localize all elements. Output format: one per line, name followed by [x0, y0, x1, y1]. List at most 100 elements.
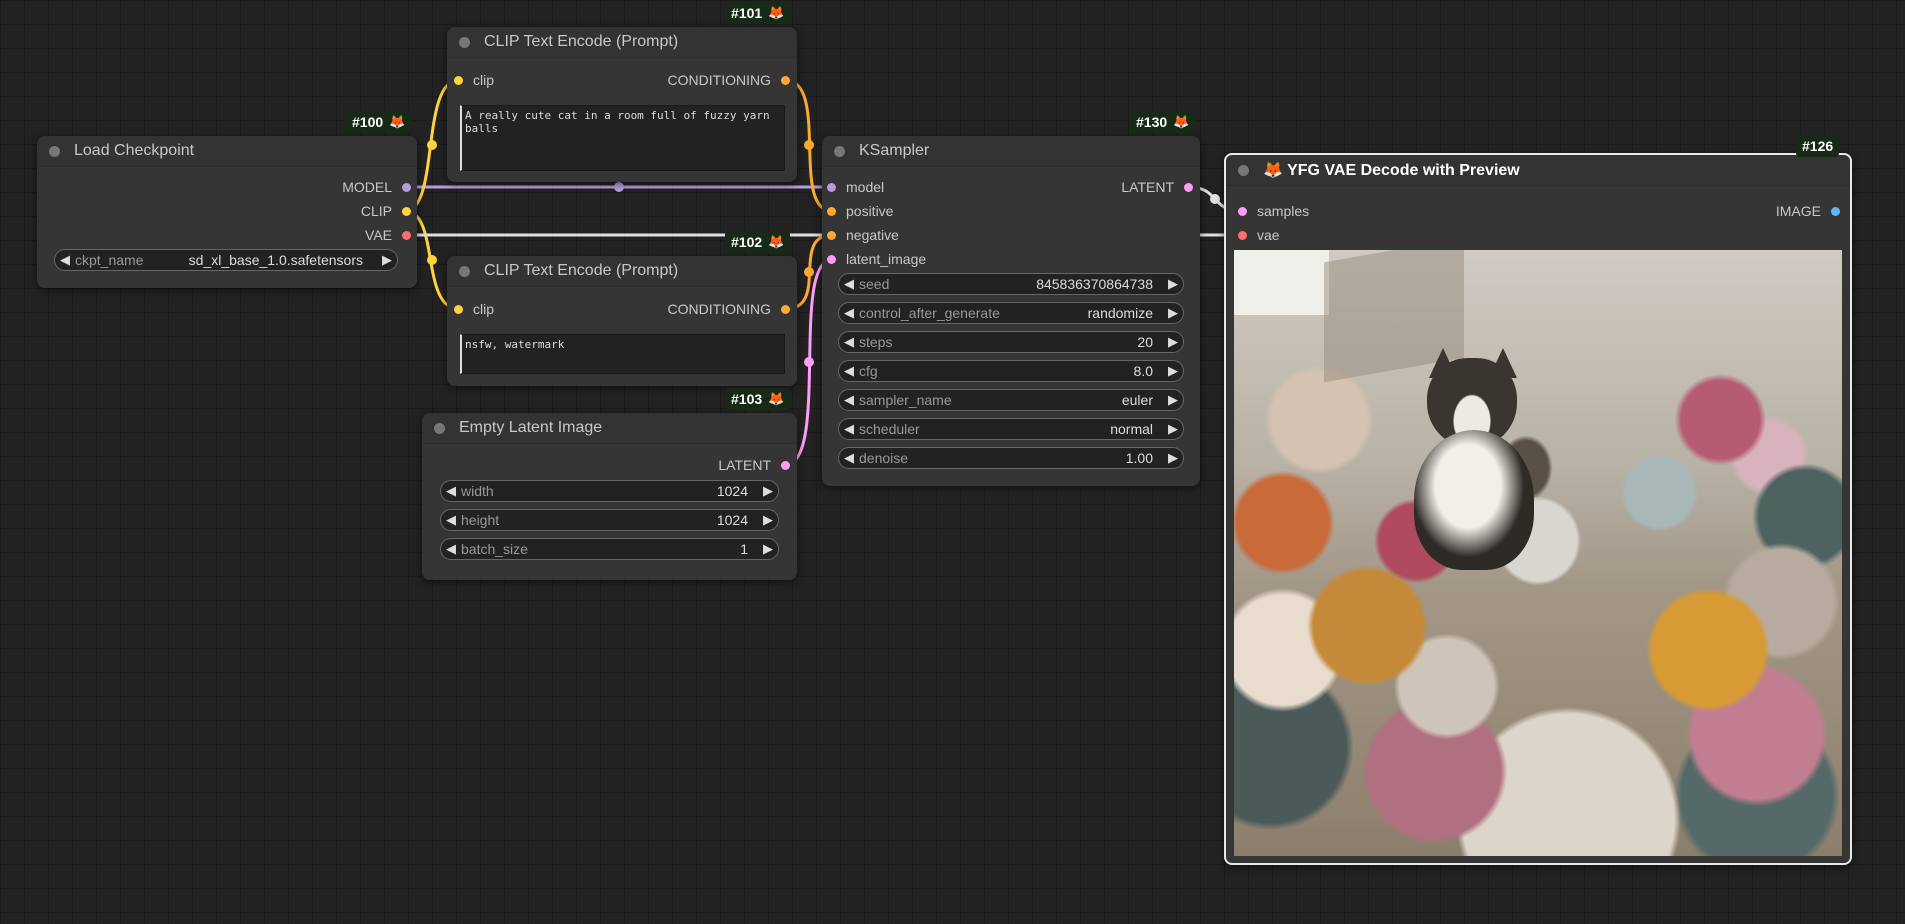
node-title-bar[interactable]: 🦊 YFG VAE Decode with Preview	[1226, 155, 1850, 186]
increment-arrow-icon[interactable]: ▶	[1163, 363, 1183, 379]
widget-label: height	[461, 512, 500, 528]
increment-arrow-icon[interactable]: ▶	[758, 512, 778, 528]
widget-cfg[interactable]: ◀ cfg 8.0 ▶	[838, 360, 1184, 382]
input-pin-samples[interactable]	[1238, 206, 1247, 216]
widget-ckpt-name[interactable]: ◀ ckpt_name sd_xl_base_1.0.safetensors ▶	[54, 249, 398, 271]
collapse-dot-icon[interactable]	[49, 145, 60, 157]
input-vae[interactable]: vae	[1238, 226, 1280, 244]
node-id-badge-empty-latent: #103 🦊	[725, 388, 791, 410]
node-ksampler[interactable]: KSampler model positive negative latent_…	[822, 136, 1200, 486]
input-pin-positive[interactable]	[827, 206, 836, 216]
output-pin-latent[interactable]	[781, 460, 790, 470]
output-vae[interactable]: VAE	[365, 226, 411, 244]
widget-denoise[interactable]: ◀ denoise 1.00 ▶	[838, 447, 1184, 469]
increment-arrow-icon[interactable]: ▶	[1163, 392, 1183, 408]
collapse-dot-icon[interactable]	[434, 422, 445, 434]
output-pin-conditioning[interactable]	[781, 304, 790, 314]
output-model[interactable]: MODEL	[342, 178, 411, 196]
input-pin-model[interactable]	[827, 182, 836, 192]
widget-steps[interactable]: ◀ steps 20 ▶	[838, 331, 1184, 353]
node-id-badge-ksampler: #130 🦊	[1130, 111, 1196, 133]
widget-label: width	[461, 483, 494, 499]
output-pin-conditioning[interactable]	[781, 75, 790, 85]
widget-sampler-name[interactable]: ◀ sampler_name euler ▶	[838, 389, 1184, 411]
node-load-checkpoint[interactable]: Load Checkpoint MODEL CLIP VAE ◀ ckpt_na…	[37, 136, 417, 288]
widget-seed[interactable]: ◀ seed 845836370864738 ▶	[838, 273, 1184, 295]
input-clip[interactable]: clip	[454, 300, 494, 318]
decrement-arrow-icon[interactable]: ◀	[55, 252, 75, 268]
output-pin-image[interactable]	[1831, 206, 1840, 216]
increment-arrow-icon[interactable]: ▶	[758, 483, 778, 499]
increment-arrow-icon[interactable]: ▶	[1163, 450, 1183, 466]
input-pin-vae[interactable]	[1238, 230, 1247, 240]
collapse-dot-icon[interactable]	[459, 36, 470, 48]
widget-scheduler[interactable]: ◀ scheduler normal ▶	[838, 418, 1184, 440]
input-pin-clip[interactable]	[454, 75, 463, 85]
increment-arrow-icon[interactable]: ▶	[1163, 334, 1183, 350]
decrement-arrow-icon[interactable]: ◀	[441, 512, 461, 528]
output-pin-clip[interactable]	[402, 206, 411, 216]
decrement-arrow-icon[interactable]: ◀	[839, 450, 859, 466]
input-label: samples	[1257, 203, 1310, 219]
output-conditioning[interactable]: CONDITIONING	[668, 300, 790, 318]
prompt-textarea[interactable]: nsfw, watermark	[460, 334, 785, 374]
widget-width[interactable]: ◀ width 1024 ▶	[440, 480, 779, 502]
node-id: #100	[352, 114, 384, 130]
node-title-bar[interactable]: KSampler	[822, 136, 1200, 167]
output-pin-model[interactable]	[402, 182, 411, 192]
output-clip[interactable]: CLIP	[361, 202, 411, 220]
node-title-bar[interactable]: Empty Latent Image	[422, 413, 797, 444]
decrement-arrow-icon[interactable]: ◀	[839, 363, 859, 379]
output-pin-latent[interactable]	[1184, 182, 1193, 192]
decrement-arrow-icon[interactable]: ◀	[441, 541, 461, 557]
increment-arrow-icon[interactable]: ▶	[1163, 276, 1183, 292]
input-pin-clip[interactable]	[454, 304, 463, 314]
node-empty-latent-image[interactable]: Empty Latent Image LATENT ◀ width 1024 ▶…	[422, 413, 797, 580]
node-clip-text-encode-positive[interactable]: CLIP Text Encode (Prompt) clip CONDITION…	[447, 27, 797, 182]
output-pin-vae[interactable]	[402, 230, 411, 240]
node-clip-text-encode-negative[interactable]: CLIP Text Encode (Prompt) clip CONDITION…	[447, 256, 797, 386]
decrement-arrow-icon[interactable]: ◀	[839, 421, 859, 437]
node-id-badge-clip-negative: #102 🦊	[725, 231, 791, 253]
decrement-arrow-icon[interactable]: ◀	[839, 334, 859, 350]
input-clip[interactable]: clip	[454, 71, 494, 89]
increment-arrow-icon[interactable]: ▶	[758, 541, 778, 557]
increment-arrow-icon[interactable]: ▶	[1163, 421, 1183, 437]
node-yfg-vae-decode-with-preview[interactable]: 🦊 YFG VAE Decode with Preview samples va…	[1224, 153, 1852, 865]
widget-control-after-generate[interactable]: ◀ control_after_generate randomize ▶	[838, 302, 1184, 324]
increment-arrow-icon[interactable]: ▶	[377, 252, 397, 268]
widget-batch-size[interactable]: ◀ batch_size 1 ▶	[440, 538, 779, 560]
input-model[interactable]: model	[827, 178, 884, 196]
decrement-arrow-icon[interactable]: ◀	[839, 305, 859, 321]
input-positive[interactable]: positive	[827, 202, 893, 220]
widget-value: sd_xl_base_1.0.safetensors	[188, 252, 363, 268]
prompt-textarea[interactable]: A really cute cat in a room full of fuzz…	[460, 105, 785, 171]
preview-cat-body	[1414, 430, 1534, 570]
node-title: KSampler	[859, 142, 930, 159]
decrement-arrow-icon[interactable]: ◀	[441, 483, 461, 499]
increment-arrow-icon[interactable]: ▶	[1163, 305, 1183, 321]
input-pin-latent-image[interactable]	[827, 254, 836, 264]
node-title-bar[interactable]: Load Checkpoint	[37, 136, 417, 167]
input-pin-negative[interactable]	[827, 230, 836, 240]
node-id: #103	[731, 391, 763, 407]
decrement-arrow-icon[interactable]: ◀	[839, 392, 859, 408]
output-image[interactable]: IMAGE	[1776, 202, 1840, 220]
input-latent-image[interactable]: latent_image	[827, 250, 926, 268]
input-samples[interactable]: samples	[1238, 202, 1309, 220]
input-label: clip	[473, 72, 495, 88]
decrement-arrow-icon[interactable]: ◀	[839, 276, 859, 292]
output-label: LATENT	[1121, 179, 1174, 195]
collapse-dot-icon[interactable]	[834, 145, 845, 157]
fox-icon: 🦊	[768, 5, 785, 20]
widget-value: 1.00	[1125, 450, 1153, 466]
input-negative[interactable]: negative	[827, 226, 899, 244]
widget-height[interactable]: ◀ height 1024 ▶	[440, 509, 779, 531]
output-conditioning[interactable]: CONDITIONING	[668, 71, 790, 89]
node-title-bar[interactable]: CLIP Text Encode (Prompt)	[447, 256, 797, 287]
collapse-dot-icon[interactable]	[459, 265, 470, 277]
output-latent[interactable]: LATENT	[718, 456, 790, 474]
output-latent[interactable]: LATENT	[1121, 178, 1193, 196]
node-title-bar[interactable]: CLIP Text Encode (Prompt)	[447, 27, 797, 58]
collapse-dot-icon[interactable]	[1238, 164, 1249, 176]
